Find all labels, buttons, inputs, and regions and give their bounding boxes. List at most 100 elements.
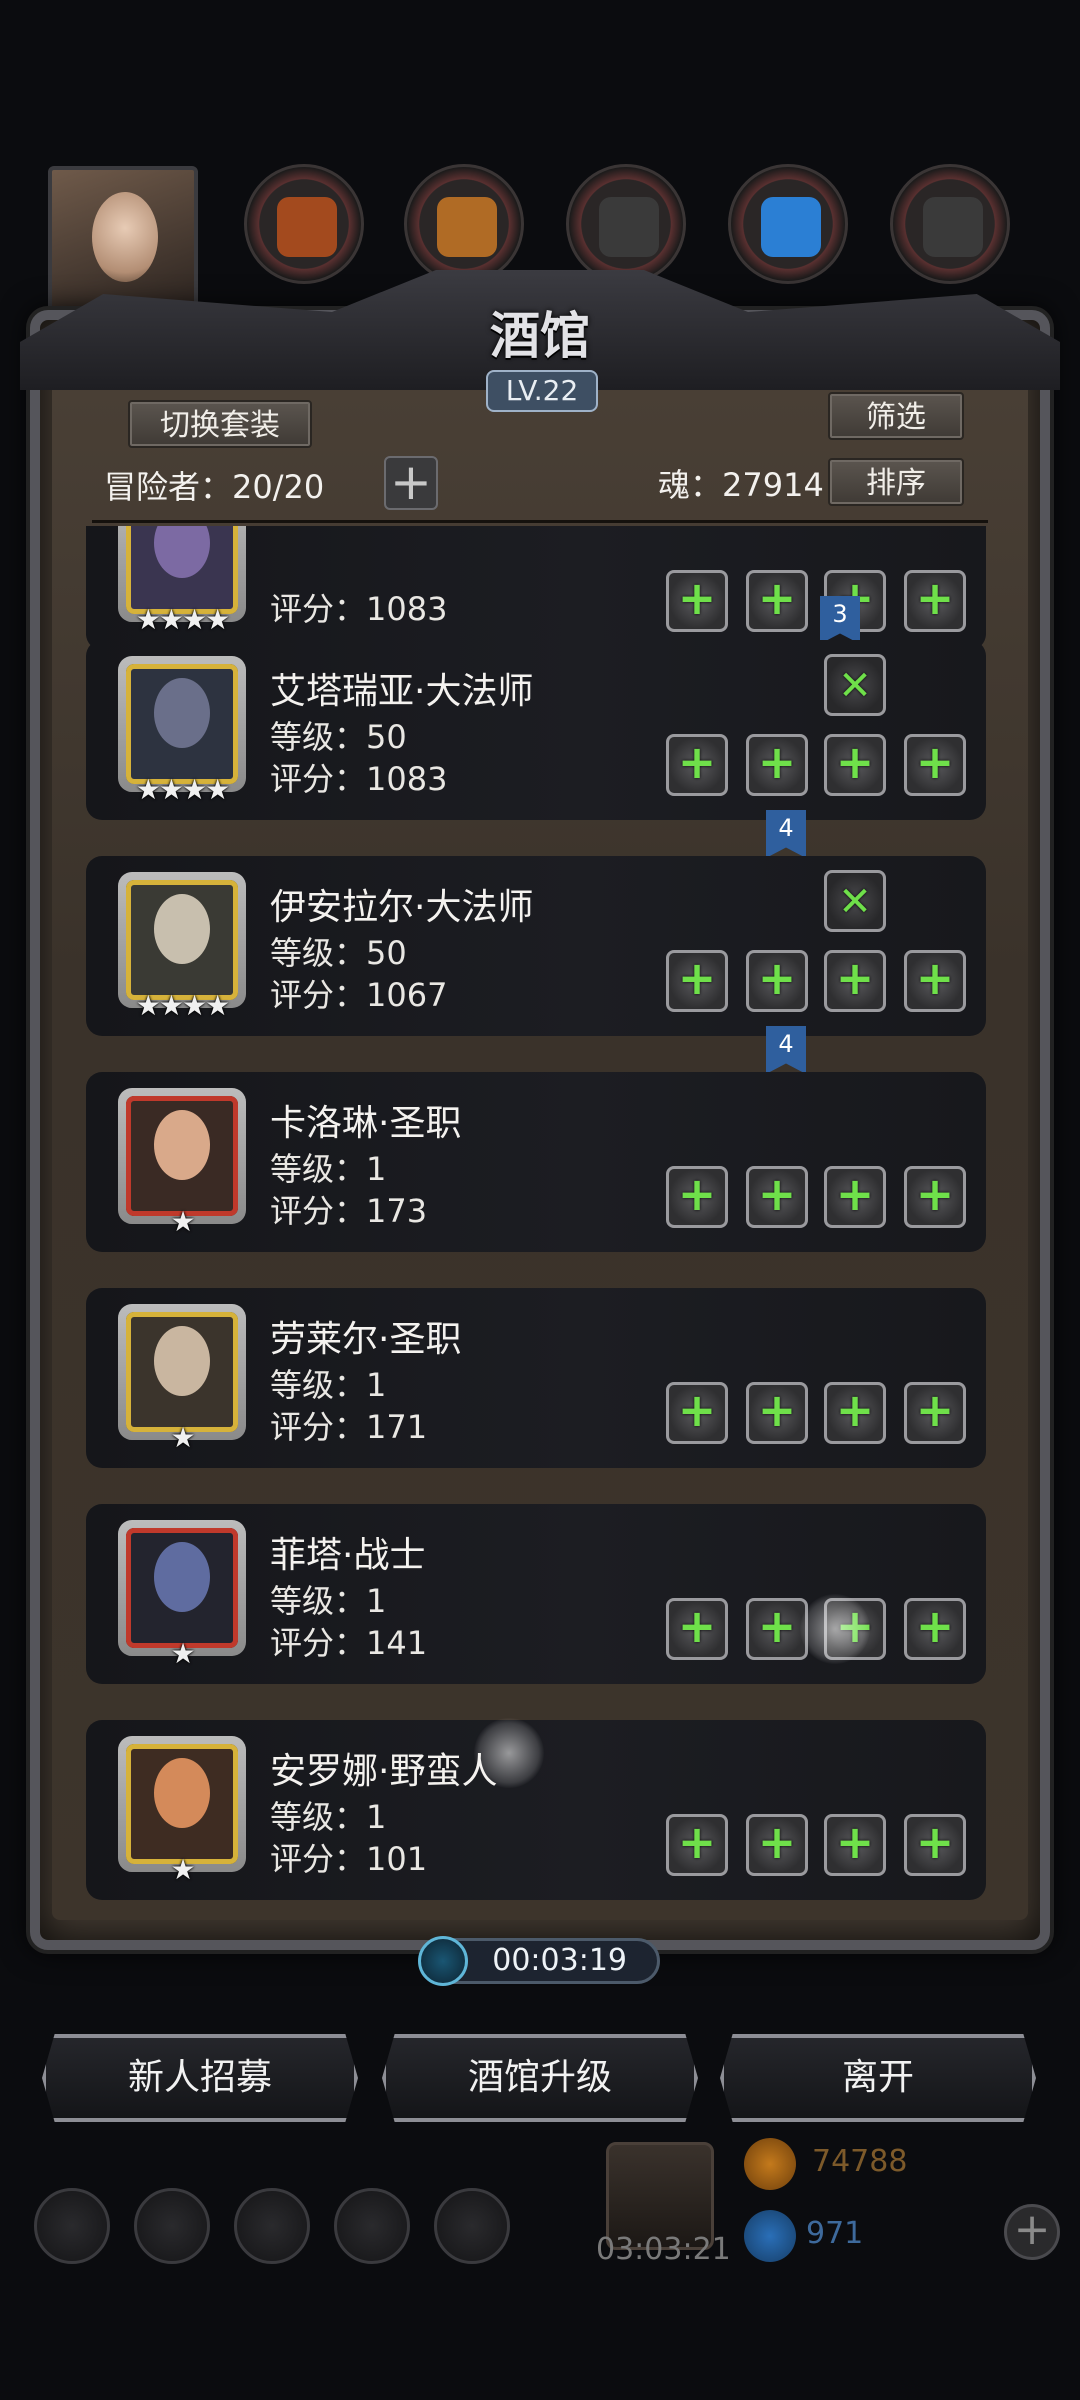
armor-slot[interactable] xyxy=(404,164,524,284)
adventurer-score: 评分：141 xyxy=(270,1624,428,1662)
accessory-slot-icon[interactable] xyxy=(824,1814,886,1876)
ring-slot-icon[interactable] xyxy=(904,1814,966,1876)
ring-slot-icon[interactable] xyxy=(904,950,966,1012)
gift-timer: 03:03:21 xyxy=(596,2232,731,2267)
adventurer-portrait: ★ xyxy=(118,1304,246,1454)
adventurer-name: 菲塔·战士 xyxy=(270,1535,426,1576)
sort-button[interactable]: 排序 xyxy=(828,458,964,506)
portrait-face xyxy=(154,1758,210,1828)
adventurer-portrait: ★★★★ xyxy=(118,872,246,1022)
recruit-button[interactable]: 新人招募 xyxy=(42,2034,358,2122)
adventurer-card[interactable]: ★ 卡洛琳·圣职 等级：1 评分：173 xyxy=(86,1072,986,1252)
adventurer-score: 评分：1083 xyxy=(270,760,448,798)
portrait-face xyxy=(154,1326,210,1396)
adventurer-card[interactable]: ★ 劳莱尔·圣职 等级：1 评分：171 xyxy=(86,1288,986,1468)
adventurer-list[interactable]: ★★★★ 评分：1083 3 ★★★★ 艾塔瑞亚·大法师 等级：50 评分：10… xyxy=(86,526,986,1906)
leave-button[interactable]: 离开 xyxy=(720,2034,1036,2122)
adventurer-score: 评分：1067 xyxy=(270,976,448,1014)
star-rating: ★ xyxy=(170,1421,195,1454)
metal-slot[interactable] xyxy=(890,164,1010,284)
adventurer-card[interactable]: ★★★★ 艾塔瑞亚·大法师 等级：50 评分：1083 xyxy=(86,640,986,820)
avatar-face xyxy=(92,192,158,282)
crystal-icon xyxy=(761,197,821,257)
weapon-slot-icon[interactable] xyxy=(666,734,728,796)
tavern-level-badge: LV.22 xyxy=(486,370,598,412)
filter-button[interactable]: 筛选 xyxy=(828,392,964,440)
add-gems-button[interactable]: + xyxy=(1004,2204,1060,2260)
adventurer-level: 等级：1 xyxy=(270,1582,387,1620)
armor-slot-icon[interactable] xyxy=(746,1598,808,1660)
touch-indicator xyxy=(800,1594,870,1664)
switch-outfit-button[interactable]: 切换套装 xyxy=(128,400,312,448)
ring-slot-icon[interactable] xyxy=(904,570,966,632)
rank-ribbon: 4 xyxy=(766,810,806,858)
adventurer-level: 等级：50 xyxy=(270,934,407,972)
adventurer-level: 等级：1 xyxy=(270,1798,387,1836)
accessory-slot-icon[interactable] xyxy=(824,734,886,796)
steel-slot[interactable] xyxy=(566,164,686,284)
rank-emblem-icon[interactable] xyxy=(824,654,886,716)
star-rating: ★★★★ xyxy=(135,773,230,806)
armor-slot-icon[interactable] xyxy=(746,1382,808,1444)
adventurer-count: 冒险者：20/20 xyxy=(104,468,325,506)
adventurer-level: 等级：1 xyxy=(270,1366,387,1404)
rank-emblem-icon[interactable] xyxy=(824,870,886,932)
achievement-icon[interactable] xyxy=(134,2188,210,2264)
adventurer-name: 艾塔瑞亚·大法师 xyxy=(270,671,534,712)
clock-icon xyxy=(418,1936,468,1986)
ring-slot-icon[interactable] xyxy=(904,1598,966,1660)
armor-slot-icon[interactable] xyxy=(746,950,808,1012)
adventurer-score: 评分：171 xyxy=(270,1408,428,1446)
armor-slot-icon[interactable] xyxy=(746,1814,808,1876)
weapon-slot-icon[interactable] xyxy=(666,1598,728,1660)
settings-gear-icon[interactable] xyxy=(34,2188,110,2264)
panel-title: 酒馆 xyxy=(490,306,590,365)
touch-indicator xyxy=(474,1718,544,1788)
accessory-slot-icon[interactable] xyxy=(824,1166,886,1228)
crystal-slot[interactable] xyxy=(728,164,848,284)
soul-count: 魂：27914 xyxy=(658,466,824,504)
add-adventurer-slot-button[interactable]: + xyxy=(384,456,438,510)
star-rating: ★★★★ xyxy=(135,603,230,636)
weapon-slot-icon[interactable] xyxy=(666,950,728,1012)
steel-plate-icon xyxy=(599,197,659,257)
boots-icon xyxy=(277,197,337,257)
adventurer-name: 卡洛琳·圣职 xyxy=(270,1103,462,1144)
adventurer-portrait: ★ xyxy=(118,1088,246,1238)
portrait-face xyxy=(154,526,210,578)
adventurer-name: 安罗娜·野蛮人 xyxy=(270,1751,498,1792)
portrait-face xyxy=(154,678,210,748)
gold-coin-icon xyxy=(744,2138,796,2190)
adventurer-portrait: ★ xyxy=(118,1520,246,1670)
weapon-slot-icon[interactable] xyxy=(666,1814,728,1876)
ring-slot-icon[interactable] xyxy=(904,1382,966,1444)
ring-slot-icon[interactable] xyxy=(904,734,966,796)
gem-amount: 971 xyxy=(806,2216,864,2251)
portrait-face xyxy=(154,894,210,964)
adventurer-portrait: ★★★★ xyxy=(118,656,246,806)
weapon-slot-icon[interactable] xyxy=(666,1382,728,1444)
adventurer-portrait: ★★★★ xyxy=(118,526,246,636)
player-avatar[interactable] xyxy=(48,166,198,316)
boots-slot[interactable] xyxy=(244,164,364,284)
header-divider xyxy=(92,520,988,523)
adventurer-name: 劳莱尔·圣职 xyxy=(270,1319,462,1360)
adventurer-level: 等级：1 xyxy=(270,1150,387,1188)
portrait-face xyxy=(154,1110,210,1180)
guild-icon[interactable] xyxy=(234,2188,310,2264)
adventurer-card[interactable]: ★★★★ 伊安拉尔·大法师 等级：50 评分：1067 xyxy=(86,856,986,1036)
accessory-slot-icon[interactable] xyxy=(824,950,886,1012)
armor-slot-icon[interactable] xyxy=(746,734,808,796)
accessory-slot-icon[interactable] xyxy=(824,1382,886,1444)
weapon-slot-icon[interactable] xyxy=(666,570,728,632)
mail-icon[interactable] xyxy=(334,2188,410,2264)
dice-icon[interactable] xyxy=(434,2188,510,2264)
upgrade-tavern-button[interactable]: 酒馆升级 xyxy=(382,2034,698,2122)
armor-slot-icon[interactable] xyxy=(746,1166,808,1228)
armor-slot-icon[interactable] xyxy=(746,570,808,632)
adventurer-level: 等级：50 xyxy=(270,718,407,756)
weapon-slot-icon[interactable] xyxy=(666,1166,728,1228)
adventurer-score: 评分：173 xyxy=(270,1192,428,1230)
ring-slot-icon[interactable] xyxy=(904,1166,966,1228)
star-rating: ★ xyxy=(170,1853,195,1886)
